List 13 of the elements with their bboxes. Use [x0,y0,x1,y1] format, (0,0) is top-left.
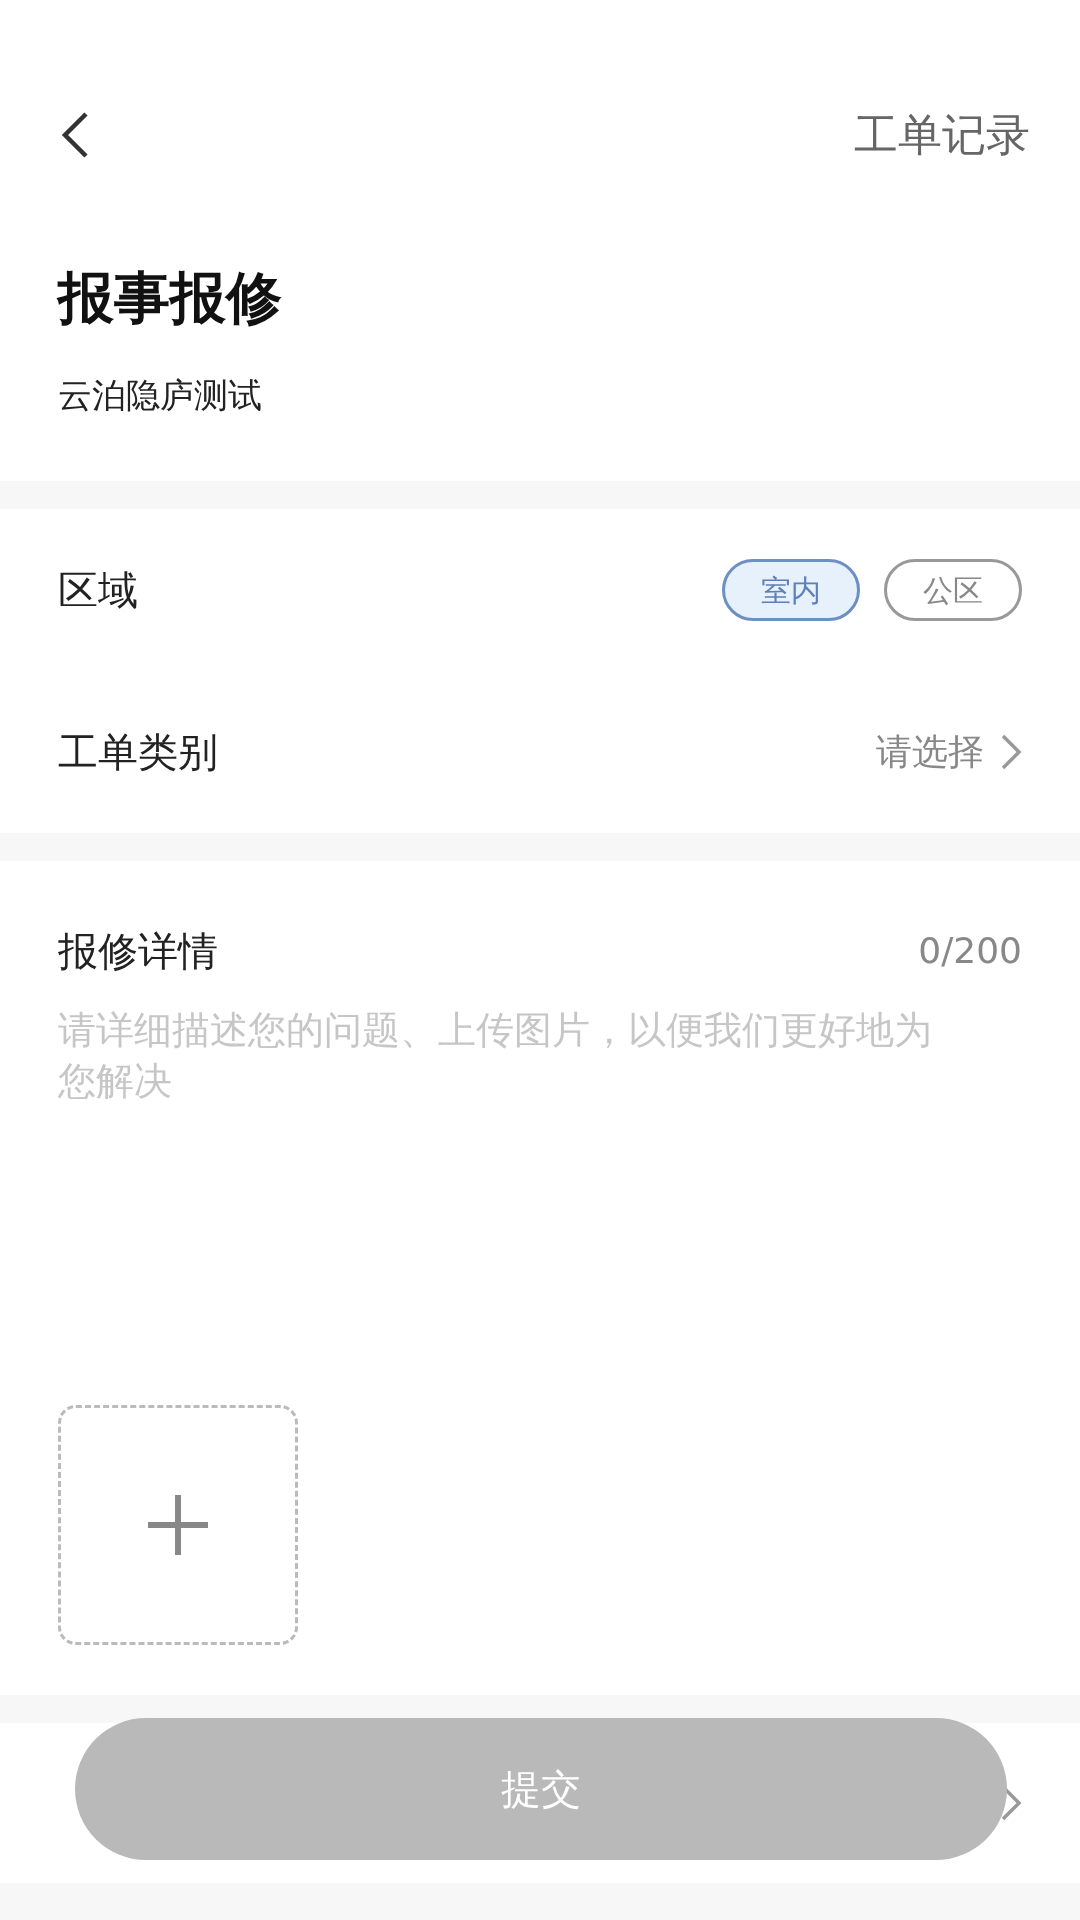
project-name: 云泊隐庐测试 [58,374,263,417]
details-label: 报修详情 [58,927,218,976]
area-option[interactable]: 室内 [722,559,860,621]
work-order-record-link[interactable]: 工单记录 [854,102,1030,168]
chevron-right-icon [1000,733,1022,771]
category-label: 工单类别 [58,728,218,777]
page-title: 报事报修 [58,270,283,326]
area-label: 区域 [58,566,138,615]
back-button[interactable] [60,110,90,160]
area-option[interactable]: 公区 [884,559,1022,621]
character-counter: 0/200 [918,929,1022,973]
plus-icon [146,1493,210,1557]
category-select[interactable]: 请选择 [876,725,1022,779]
